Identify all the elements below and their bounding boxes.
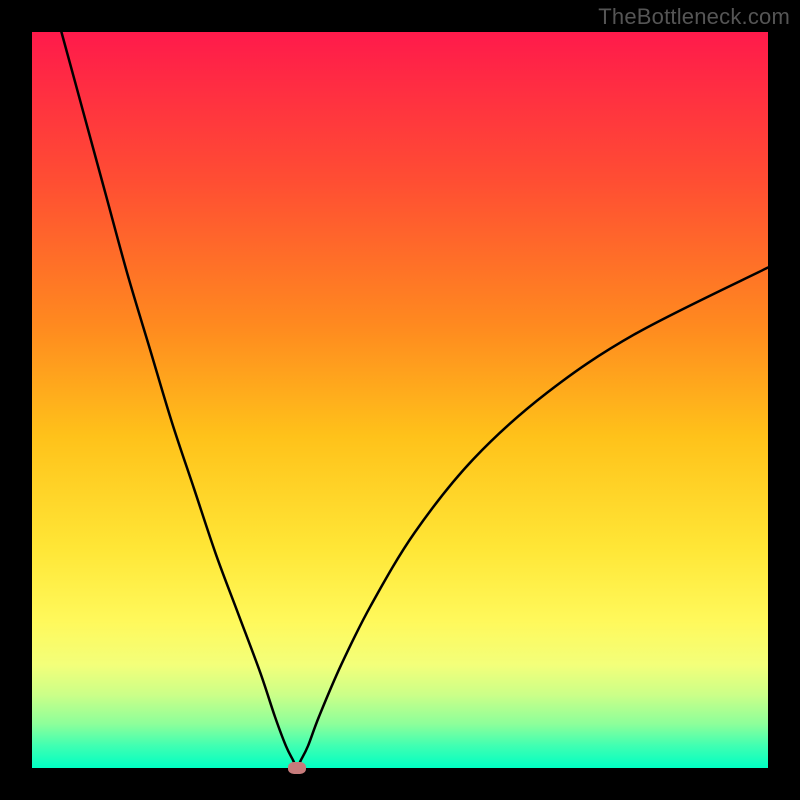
plot-area <box>32 32 768 768</box>
gradient-background <box>32 32 768 768</box>
chart-frame: TheBottleneck.com <box>0 0 800 800</box>
optimal-point-marker <box>288 762 306 774</box>
chart-svg <box>32 32 768 768</box>
watermark-text: TheBottleneck.com <box>598 4 790 30</box>
